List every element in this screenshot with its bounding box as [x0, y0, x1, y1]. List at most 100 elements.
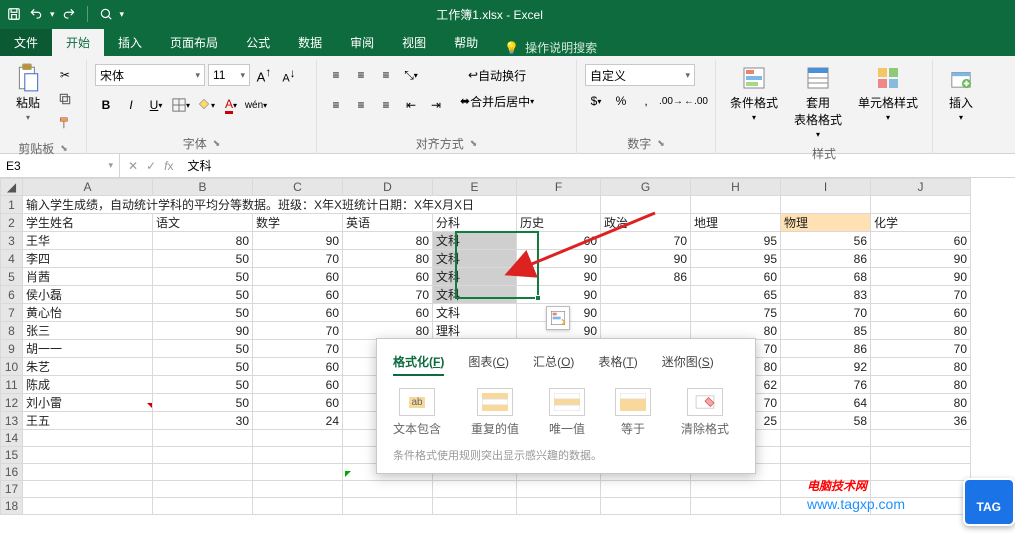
cell-H5[interactable]: 60	[691, 268, 781, 286]
qa-item-equal[interactable]: 等于	[615, 388, 651, 437]
cell-B5[interactable]: 50	[153, 268, 253, 286]
decrease-decimal-button[interactable]: ←.00	[685, 90, 707, 112]
align-left-button[interactable]: ≡	[325, 94, 347, 116]
cell-I3[interactable]: 56	[781, 232, 871, 250]
quick-analysis-button[interactable]	[546, 306, 570, 330]
cell-I4[interactable]: 86	[781, 250, 871, 268]
cell-J11[interactable]: 80	[871, 376, 971, 394]
row-header-1[interactable]: 1	[1, 196, 23, 214]
col-header-F[interactable]: F	[517, 179, 601, 196]
cell-C14[interactable]	[253, 430, 343, 447]
qa-tab-chart[interactable]: 图表(C)	[468, 349, 509, 376]
cell-A13[interactable]: 王五	[23, 412, 153, 430]
cell-I9[interactable]: 86	[781, 340, 871, 358]
col-header-J[interactable]: J	[871, 179, 971, 196]
cell-B18[interactable]	[153, 498, 253, 515]
cell-J14[interactable]	[871, 430, 971, 447]
cell-J6[interactable]: 70	[871, 286, 971, 304]
fill-handle[interactable]	[535, 295, 541, 301]
cell-C15[interactable]	[253, 447, 343, 464]
cell-B9[interactable]: 50	[153, 340, 253, 358]
row-header-11[interactable]: 11	[1, 376, 23, 394]
cell-D4[interactable]: 80	[343, 250, 433, 268]
cell-B6[interactable]: 50	[153, 286, 253, 304]
increase-decimal-button[interactable]: .00→	[660, 90, 682, 112]
cell-J4[interactable]: 90	[871, 250, 971, 268]
col-header-E[interactable]: E	[433, 179, 517, 196]
qa-tab-format[interactable]: 格式化(F)	[393, 349, 444, 376]
row-header-7[interactable]: 7	[1, 304, 23, 322]
cell-E3[interactable]: 文科	[433, 232, 517, 250]
row-header-13[interactable]: 13	[1, 412, 23, 430]
cell-B11[interactable]: 50	[153, 376, 253, 394]
cell-C18[interactable]	[253, 498, 343, 515]
cell-A3[interactable]: 王华	[23, 232, 153, 250]
cell-D8[interactable]: 80	[343, 322, 433, 340]
cell-C3[interactable]: 90	[253, 232, 343, 250]
cell-I14[interactable]	[781, 430, 871, 447]
cell-A14[interactable]	[23, 430, 153, 447]
cell-E17[interactable]	[433, 481, 517, 498]
cell-C2[interactable]: 数学	[253, 214, 343, 232]
tab-home[interactable]: 开始	[52, 29, 104, 56]
row-header-9[interactable]: 9	[1, 340, 23, 358]
cell-G3[interactable]: 70	[601, 232, 691, 250]
cell-F2[interactable]: 历史	[517, 214, 601, 232]
cell-H1[interactable]	[691, 196, 781, 214]
cell-A9[interactable]: 胡一一	[23, 340, 153, 358]
cell-B16[interactable]	[153, 464, 253, 481]
cell-J3[interactable]: 60	[871, 232, 971, 250]
cell-styles-button[interactable]: 单元格样式▾	[852, 60, 924, 126]
decrease-indent-button[interactable]: ⇤	[400, 94, 422, 116]
cell-F6[interactable]: 90	[517, 286, 601, 304]
cell-A18[interactable]	[23, 498, 153, 515]
format-painter-button[interactable]	[54, 112, 76, 134]
cell-E4[interactable]: 文科	[433, 250, 517, 268]
align-top-button[interactable]: ≡	[325, 64, 347, 86]
cell-A11[interactable]: 陈成	[23, 376, 153, 394]
cell-C4[interactable]: 70	[253, 250, 343, 268]
cell-G7[interactable]	[601, 304, 691, 322]
orientation-button[interactable]: ⤡▾	[400, 64, 422, 86]
cell-B13[interactable]: 30	[153, 412, 253, 430]
cell-C10[interactable]: 60	[253, 358, 343, 376]
enter-icon[interactable]: ✓	[146, 159, 156, 173]
col-header-H[interactable]: H	[691, 179, 781, 196]
cell-A17[interactable]	[23, 481, 153, 498]
cell-B14[interactable]	[153, 430, 253, 447]
cell-B17[interactable]	[153, 481, 253, 498]
conditional-format-button[interactable]: 条件格式▾	[724, 60, 784, 126]
cell-A12[interactable]: 刘小雷	[23, 394, 153, 412]
currency-button[interactable]: $▾	[585, 90, 607, 112]
cell-D3[interactable]: 80	[343, 232, 433, 250]
touch-mode-icon[interactable]	[98, 6, 114, 22]
cell-B3[interactable]: 80	[153, 232, 253, 250]
cell-G1[interactable]	[601, 196, 691, 214]
cell-H18[interactable]	[691, 498, 781, 515]
cell-J10[interactable]: 80	[871, 358, 971, 376]
col-header-A[interactable]: A	[23, 179, 153, 196]
cell-B12[interactable]: 50	[153, 394, 253, 412]
qa-item-duplicate[interactable]: 重复的值	[471, 388, 519, 437]
align-center-button[interactable]: ≡	[350, 94, 372, 116]
col-header-G[interactable]: G	[601, 179, 691, 196]
cell-C16[interactable]	[253, 464, 343, 481]
cell-B4[interactable]: 50	[153, 250, 253, 268]
cell-C17[interactable]	[253, 481, 343, 498]
cell-H8[interactable]: 80	[691, 322, 781, 340]
cell-J5[interactable]: 90	[871, 268, 971, 286]
cell-I11[interactable]: 76	[781, 376, 871, 394]
cell-A5[interactable]: 肖茜	[23, 268, 153, 286]
cell-C7[interactable]: 60	[253, 304, 343, 322]
cell-I6[interactable]: 83	[781, 286, 871, 304]
cell-B8[interactable]: 90	[153, 322, 253, 340]
row-header-16[interactable]: 16	[1, 464, 23, 481]
qa-tab-totals[interactable]: 汇总(O)	[533, 349, 574, 376]
cell-J15[interactable]	[871, 447, 971, 464]
row-header-3[interactable]: 3	[1, 232, 23, 250]
tab-insert[interactable]: 插入	[104, 29, 156, 56]
fx-icon[interactable]: fx	[164, 159, 173, 173]
cell-F18[interactable]	[517, 498, 601, 515]
tab-file[interactable]: 文件	[0, 29, 52, 56]
cell-E6[interactable]: 文科	[433, 286, 517, 304]
